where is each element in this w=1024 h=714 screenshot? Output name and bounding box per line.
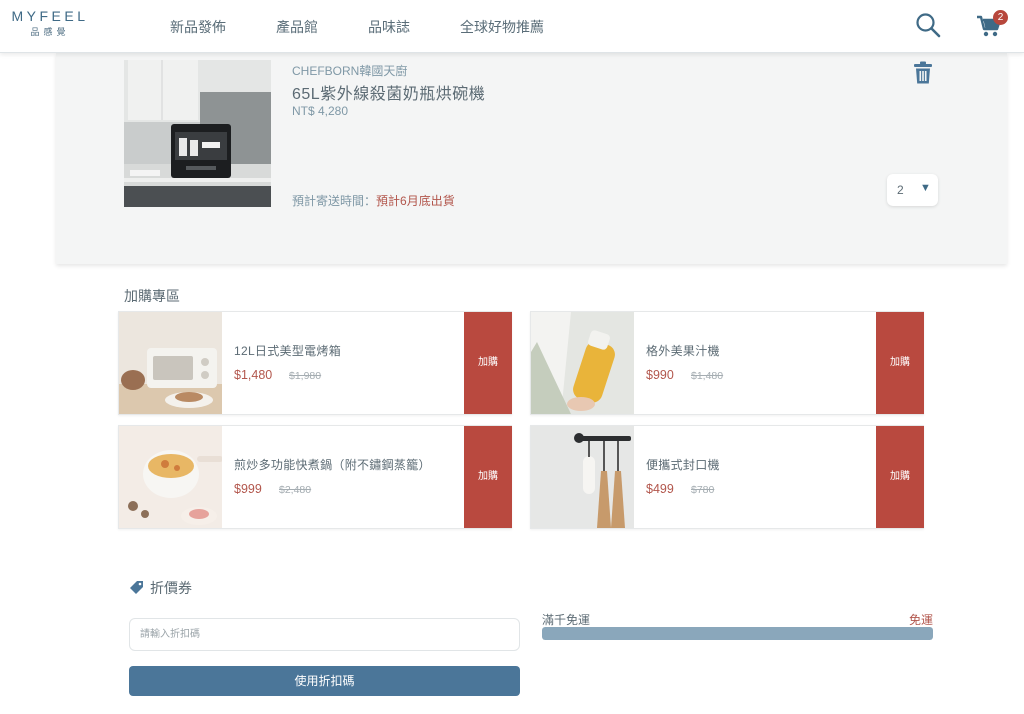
search-button[interactable] bbox=[914, 11, 942, 39]
addon-image-cooker[interactable] bbox=[119, 426, 222, 528]
addon-item: 格外美果汁機 $990 $1,480 加購 bbox=[530, 311, 924, 415]
product-name[interactable]: 65L紫外線殺菌奶瓶烘碗機 bbox=[292, 80, 485, 104]
addon-original-price: $1,980 bbox=[289, 370, 322, 382]
add-on-button[interactable]: 加購 bbox=[876, 312, 924, 414]
shipping-estimate-value: 預計6月底出貨 bbox=[376, 194, 455, 208]
shipping-estimate-label: 預計寄送時間： bbox=[292, 194, 377, 208]
logo-subtitle: 品感覺 bbox=[30, 27, 70, 37]
tag-icon bbox=[130, 581, 143, 594]
remove-item-button[interactable] bbox=[912, 61, 934, 85]
addon-name[interactable]: 煎炒多功能快煮鍋（附不鏽鋼蒸籠） bbox=[234, 456, 431, 473]
addon-original-price: $1,480 bbox=[691, 370, 724, 382]
add-on-button[interactable]: 加購 bbox=[464, 312, 512, 414]
addon-section-title: 加購專區 bbox=[124, 288, 180, 304]
free-shipping-progress bbox=[542, 627, 933, 640]
trash-icon bbox=[914, 61, 932, 84]
addon-original-price: $780 bbox=[691, 484, 715, 496]
addon-image-juicer[interactable] bbox=[531, 312, 634, 414]
nav-item-global[interactable]: 全球好物推薦 bbox=[460, 17, 544, 37]
search-icon bbox=[916, 13, 941, 38]
coupon-heading: 折價券 bbox=[129, 578, 192, 598]
free-shipping-progress-fill bbox=[542, 627, 933, 640]
coupon-title: 折價券 bbox=[150, 580, 192, 596]
quantity-value: 2 bbox=[897, 183, 904, 197]
apply-coupon-button[interactable]: 使用折扣碼 bbox=[129, 666, 520, 696]
nav-item-new[interactable]: 新品發佈 bbox=[170, 17, 226, 37]
shipping-estimate: 預計寄送時間：預計6月底出貨 bbox=[292, 192, 455, 209]
cooker-photo bbox=[119, 426, 222, 528]
free-shipping-label: 滿千免運 bbox=[542, 613, 591, 627]
coupon-code-input[interactable] bbox=[129, 618, 520, 651]
addon-image-sealer[interactable] bbox=[531, 426, 634, 528]
addon-name[interactable]: 便攜式封口機 bbox=[646, 456, 720, 473]
addon-sale-price: $499 bbox=[646, 482, 674, 496]
addon-name[interactable]: 12L日式美型電烤箱 bbox=[234, 342, 341, 359]
addon-original-price: $2,480 bbox=[279, 484, 312, 496]
juicer-photo bbox=[531, 312, 634, 414]
nav-item-products[interactable]: 產品館 bbox=[276, 17, 318, 37]
addon-item: 便攜式封口機 $499 $780 加購 bbox=[530, 425, 924, 529]
logo-wordmark: MYFEEL bbox=[11, 8, 89, 24]
nav-item-magazine[interactable]: 品味誌 bbox=[368, 17, 410, 37]
product-brand: CHEFBORN韓國天廚 bbox=[292, 64, 408, 78]
sealer-photo bbox=[531, 426, 634, 528]
addon-sale-price: $990 bbox=[646, 368, 674, 382]
free-shipping-status: 免運 bbox=[909, 613, 934, 627]
addon-item: 煎炒多功能快煮鍋（附不鏽鋼蒸籠） $999 $2,480 加購 bbox=[118, 425, 512, 529]
caret-down-icon: ▼ bbox=[920, 182, 931, 194]
top-header: MYFEEL 品感覺 新品發佈 產品館 品味誌 全球好物推薦 2 bbox=[0, 0, 1024, 53]
addon-sale-price: $1,480 bbox=[234, 368, 273, 382]
add-on-button[interactable]: 加購 bbox=[876, 426, 924, 528]
addon-name[interactable]: 格外美果汁機 bbox=[646, 342, 720, 359]
cart-count-badge: 2 bbox=[993, 10, 1008, 25]
main-nav: 新品發佈 產品館 品味誌 全球好物推薦 bbox=[170, 17, 594, 37]
dish-dryer-photo bbox=[124, 60, 271, 207]
product-image[interactable] bbox=[124, 60, 271, 207]
cart-item-panel: CHEFBORN韓國天廚 65L紫外線殺菌奶瓶烘碗機 NT$ 4,280 預計寄… bbox=[56, 53, 1007, 264]
addon-image-oven[interactable] bbox=[119, 312, 222, 414]
product-price: NT$ 4,280 bbox=[292, 104, 349, 118]
addon-sale-price: $999 bbox=[234, 482, 262, 496]
add-on-button[interactable]: 加購 bbox=[464, 426, 512, 528]
oven-photo bbox=[119, 312, 222, 414]
brand-logo[interactable]: MYFEEL 品感覺 bbox=[8, 8, 92, 38]
cart-button[interactable]: 2 bbox=[975, 10, 1011, 40]
addon-item: 12L日式美型電烤箱 $1,480 $1,980 加購 bbox=[118, 311, 512, 415]
quantity-select[interactable]: 2 ▼ bbox=[887, 174, 938, 206]
